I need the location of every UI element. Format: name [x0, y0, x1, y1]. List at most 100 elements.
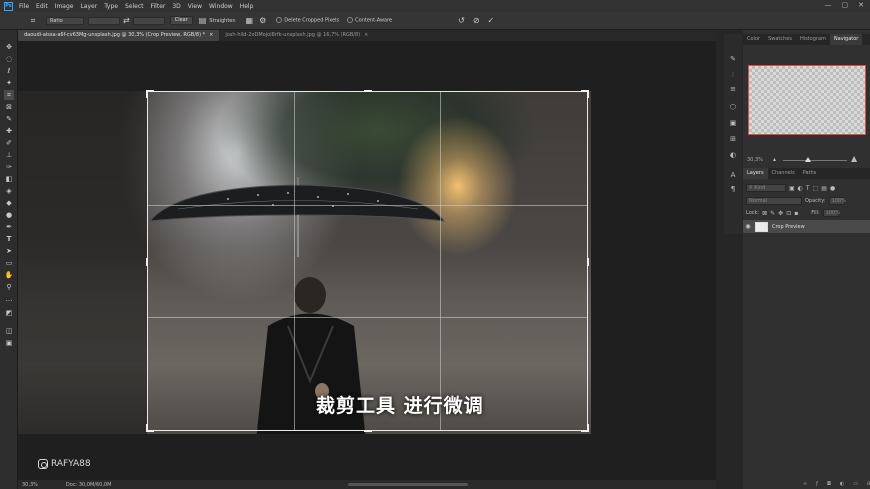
move-tool-icon[interactable]: ✥	[4, 42, 14, 52]
visibility-eye-icon[interactable]: ◉	[743, 223, 753, 230]
cancel-icon[interactable]: ⊘	[473, 16, 480, 25]
menu-edit[interactable]: Edit	[36, 3, 48, 10]
frame-tool-icon[interactable]: ⊠	[4, 102, 14, 112]
brush-tool-icon[interactable]: ✐	[4, 138, 14, 148]
brush-settings-icon[interactable]: ✎	[728, 54, 738, 64]
crop-tool-preset-icon[interactable]: ⌗	[24, 15, 42, 27]
tab-paths[interactable]: Paths	[799, 168, 821, 179]
tab-navigator[interactable]: Navigator	[829, 34, 863, 45]
menu-image[interactable]: Image	[55, 3, 74, 10]
filter-pixel-icon[interactable]: ▣	[789, 185, 795, 192]
new-adjustment-icon[interactable]: ◐	[840, 481, 844, 487]
menu-view[interactable]: View	[188, 3, 202, 10]
gear-icon[interactable]: ⚙	[259, 16, 266, 25]
close-tab-icon[interactable]: ×	[209, 30, 213, 41]
tab-document-1[interactable]: daoudi-aissa-a6f-cv63Mg-unsplash.jpg @ 3…	[18, 30, 220, 41]
layer-kind-filter[interactable]: ⚲ Kind	[746, 184, 786, 192]
zoom-in-icon[interactable]: ▲	[851, 154, 857, 163]
screen-mode-icon[interactable]: ▣	[4, 338, 14, 348]
filter-smart-object-icon[interactable]: ▤	[821, 185, 827, 192]
zoom-tool-icon[interactable]: ⚲	[4, 282, 14, 292]
lock-all-icon[interactable]: ▪	[794, 210, 798, 217]
filter-shape-icon[interactable]: ⬚	[813, 185, 819, 192]
crop-handle-top-right[interactable]	[587, 90, 589, 98]
opacity-input[interactable]: 100%	[828, 197, 846, 205]
more-tools-icon[interactable]: …	[4, 294, 14, 304]
layer-name[interactable]: Crop Preview	[772, 224, 805, 230]
layer-row[interactable]: ◉ Crop Preview	[743, 220, 870, 233]
color-swatches-icon[interactable]: ◩	[4, 308, 14, 318]
crop-handle-top[interactable]	[364, 90, 372, 92]
path-selection-tool-icon[interactable]: ➤	[4, 246, 14, 256]
content-aware-checkbox[interactable]: Content-Aware	[347, 17, 392, 24]
quick-mask-icon[interactable]: ◫	[4, 326, 14, 336]
navigator-preview[interactable]	[748, 65, 866, 135]
blur-tool-icon[interactable]: ◆	[4, 198, 14, 208]
tab-layers[interactable]: Layers	[743, 168, 768, 179]
properties-icon[interactable]: ≡	[728, 84, 738, 94]
menu-filter[interactable]: Filter	[151, 3, 166, 10]
menu-layer[interactable]: Layer	[80, 3, 97, 10]
lock-transparent-icon[interactable]: ⊠	[762, 210, 767, 217]
minimize-icon[interactable]: —	[825, 1, 832, 9]
magic-wand-tool-icon[interactable]: ✦	[4, 78, 14, 88]
filter-adjustment-icon[interactable]: ◐	[798, 185, 803, 192]
navigator-zoom-value[interactable]: 30,3%	[747, 157, 763, 163]
menu-select[interactable]: Select	[125, 3, 144, 10]
history-brush-tool-icon[interactable]: ✑	[4, 162, 14, 172]
tab-color[interactable]: Color	[743, 34, 764, 45]
delete-cropped-pixels-checkbox[interactable]: Delete Cropped Pixels	[276, 17, 339, 24]
close-icon[interactable]: ✕	[858, 1, 864, 9]
lock-position-icon[interactable]: ✥	[778, 210, 783, 217]
dodge-tool-icon[interactable]: ●	[4, 210, 14, 220]
zoom-out-icon[interactable]: ▴	[773, 156, 776, 163]
libraries-icon[interactable]: ⊞	[728, 134, 738, 144]
menu-file[interactable]: File	[19, 3, 29, 10]
clear-button[interactable]: Clear	[169, 16, 193, 25]
new-group-icon[interactable]: ▭	[853, 481, 858, 487]
eyedropper-tool-icon[interactable]: ✎	[4, 114, 14, 124]
marquee-tool-icon[interactable]: ◌	[4, 54, 14, 64]
filter-toggle-icon[interactable]: ●	[830, 185, 835, 192]
crop-handle-left[interactable]	[146, 258, 148, 266]
navigator-zoom-knob[interactable]	[805, 157, 811, 162]
menu-help[interactable]: Help	[240, 3, 254, 10]
width-field[interactable]	[88, 16, 120, 25]
crop-handle-top-left[interactable]	[146, 90, 148, 98]
crop-handle-bottom[interactable]	[364, 430, 372, 432]
type-tool-icon[interactable]: T	[4, 234, 14, 244]
paragraph-icon[interactable]: ¶	[728, 184, 738, 194]
lock-image-icon[interactable]: ✎	[770, 210, 775, 217]
maximize-icon[interactable]: ▢	[842, 1, 849, 9]
add-mask-icon[interactable]: ◘	[827, 481, 831, 487]
reset-icon[interactable]: ↺	[458, 16, 465, 25]
crop-handle-bottom-left[interactable]	[146, 424, 148, 432]
horizontal-scrollbar[interactable]	[348, 483, 468, 486]
healing-brush-tool-icon[interactable]: ✚	[4, 126, 14, 136]
zoom-readout[interactable]: 30,3%	[22, 482, 38, 488]
menu-window[interactable]: Window	[209, 3, 233, 10]
navigator-zoom-slider[interactable]	[783, 160, 847, 161]
shape-tool-icon[interactable]: ▭	[4, 258, 14, 268]
swap-icon[interactable]: ⇄	[123, 16, 130, 25]
lock-artboard-icon[interactable]: ⊡	[786, 210, 791, 217]
overlay-grid-icon[interactable]: ▦	[246, 16, 254, 25]
stamp-tool-icon[interactable]: ⊥	[4, 150, 14, 160]
lasso-tool-icon[interactable]: ℓ	[4, 66, 14, 76]
tab-swatches[interactable]: Swatches	[764, 34, 796, 45]
height-field[interactable]	[132, 16, 165, 25]
doc-size-readout[interactable]: Doc: 30,0M/60,0M	[66, 482, 112, 488]
3d-cube-icon[interactable]: ⬡	[728, 102, 738, 112]
menu-3d[interactable]: 3D	[172, 3, 180, 10]
straighten-icon[interactable]: ▤	[199, 16, 207, 25]
straighten-label[interactable]: Straighten	[209, 18, 235, 24]
adjustments-icon[interactable]: ◐	[728, 150, 738, 160]
tab-document-2[interactable]: josh-hild-2oDMojol8rfk-unsplash.jpg @ 16…	[219, 30, 374, 41]
crop-handle-right[interactable]	[587, 258, 589, 266]
pen-tool-icon[interactable]: ✒	[4, 222, 14, 232]
commit-check-icon[interactable]: ✓	[488, 16, 495, 25]
crop-handle-bottom-right[interactable]	[587, 424, 589, 432]
menu-type[interactable]: Type	[104, 3, 118, 10]
tab-histogram[interactable]: Histogram	[796, 34, 830, 45]
adjust-icon[interactable]: ⫶	[728, 70, 738, 80]
